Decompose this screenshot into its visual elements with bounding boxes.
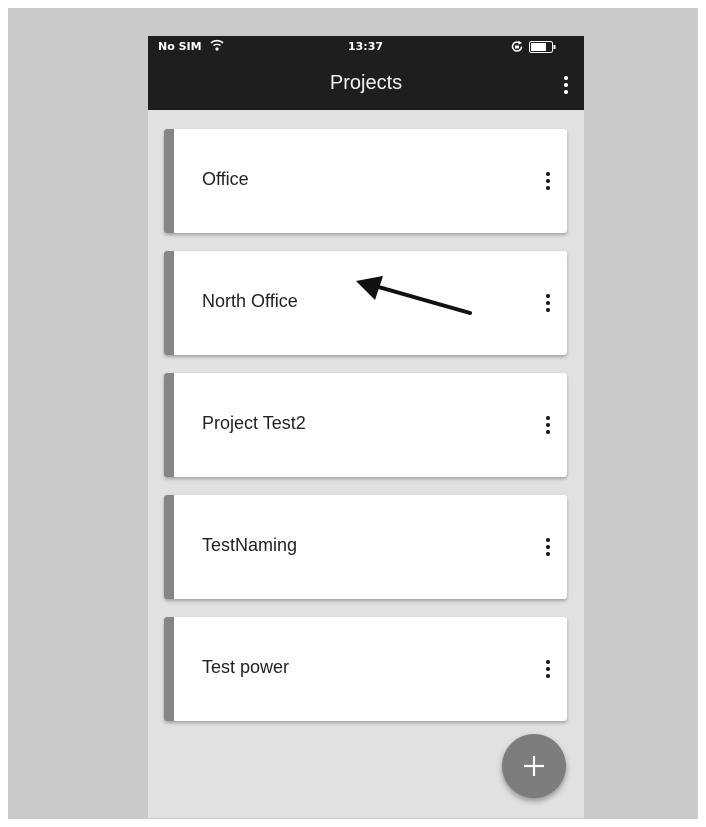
add-project-button[interactable] <box>502 734 566 798</box>
project-card[interactable]: Office <box>164 129 567 233</box>
project-name: North Office <box>202 291 298 311</box>
carrier-label: No SIM <box>158 40 202 53</box>
project-name: TestNaming <box>202 535 298 555</box>
battery-icon <box>529 41 556 53</box>
arrow-pointer-icon <box>356 276 472 315</box>
wifi-icon <box>210 39 224 51</box>
project-name: Office <box>202 169 249 189</box>
page-title: Projects <box>329 72 403 94</box>
status-bar: No SIM 13:37 <box>148 36 584 58</box>
more-vertical-icon[interactable] <box>558 74 574 96</box>
more-vertical-icon[interactable] <box>540 169 556 193</box>
more-vertical-icon[interactable] <box>540 657 556 681</box>
plus-icon <box>524 756 544 776</box>
project-name: Project Test2 <box>202 413 306 433</box>
project-card[interactable]: TestNaming <box>164 495 567 599</box>
project-list: Office North Office Project Test2 TestNa… <box>148 36 584 818</box>
more-vertical-icon[interactable] <box>540 291 556 315</box>
phone-screen: Office North Office Project Test2 TestNa… <box>148 36 584 818</box>
project-name: Test power <box>202 657 290 677</box>
orientation-lock-icon <box>511 40 523 52</box>
app-bar: Projects <box>148 58 584 110</box>
project-card[interactable]: Project Test2 <box>164 373 567 477</box>
more-vertical-icon[interactable] <box>540 413 556 437</box>
more-vertical-icon[interactable] <box>540 535 556 559</box>
status-time: 13:37 <box>348 40 384 53</box>
project-card[interactable]: Test power <box>164 617 567 721</box>
screenshot-frame: Office North Office Project Test2 TestNa… <box>8 8 698 819</box>
